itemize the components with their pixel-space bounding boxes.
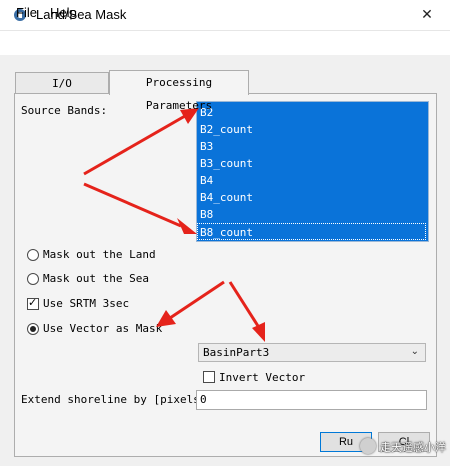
source-bands-list[interactable]: B2 B2_count B3 B3_count B4 B4_count B8 B…	[196, 101, 429, 242]
vector-select-value: BasinPart3	[203, 346, 270, 359]
source-bands-label: Source Bands:	[21, 104, 108, 117]
menu-file[interactable]: File	[16, 5, 37, 20]
use-vector-radio[interactable]	[27, 323, 39, 335]
chevron-down-icon: ⌄	[410, 346, 419, 357]
use-vector-label: Use Vector as Mask	[43, 322, 163, 335]
band-b8-count[interactable]: B8_count	[200, 226, 253, 239]
tab-io-parameters[interactable]: I/O Parameters	[15, 72, 109, 111]
tab-processing-parameters[interactable]: Processing Parameters	[109, 70, 249, 112]
mask-land-radio[interactable]	[27, 249, 39, 261]
check-icon: ✓	[28, 296, 38, 309]
extend-shoreline-input[interactable]: 0	[196, 390, 427, 410]
watermark-text: 走天遥感小洋	[380, 441, 446, 454]
mask-sea-label: Mask out the Sea	[43, 272, 149, 285]
mask-land-label: Mask out the Land	[43, 248, 156, 261]
wechat-logo-icon	[360, 438, 376, 454]
watermark: 走天遥感小洋	[356, 436, 448, 458]
band-b2-count[interactable]: B2_count	[200, 123, 253, 136]
band-b4[interactable]: B4	[200, 174, 213, 187]
extend-shoreline-label: Extend shoreline by [pixels]:	[21, 393, 214, 406]
band-b8[interactable]: B8	[200, 208, 213, 221]
use-srtm-checkbox[interactable]: ✓	[27, 296, 39, 310]
invert-vector-label: Invert Vector	[219, 371, 306, 384]
band-b3[interactable]: B3	[200, 140, 213, 153]
band-b4-count[interactable]: B4_count	[200, 191, 253, 204]
vector-select[interactable]: BasinPart3 ⌄	[198, 343, 426, 362]
use-srtm-label: Use SRTM 3sec	[43, 297, 130, 310]
menu-help[interactable]: Help	[50, 5, 77, 20]
close-icon[interactable]: ✕	[416, 4, 438, 26]
invert-vector-checkbox[interactable]	[203, 371, 215, 383]
band-b3-count[interactable]: B3_count	[200, 157, 253, 170]
menu-bar	[0, 31, 450, 55]
mask-sea-radio[interactable]	[27, 273, 39, 285]
